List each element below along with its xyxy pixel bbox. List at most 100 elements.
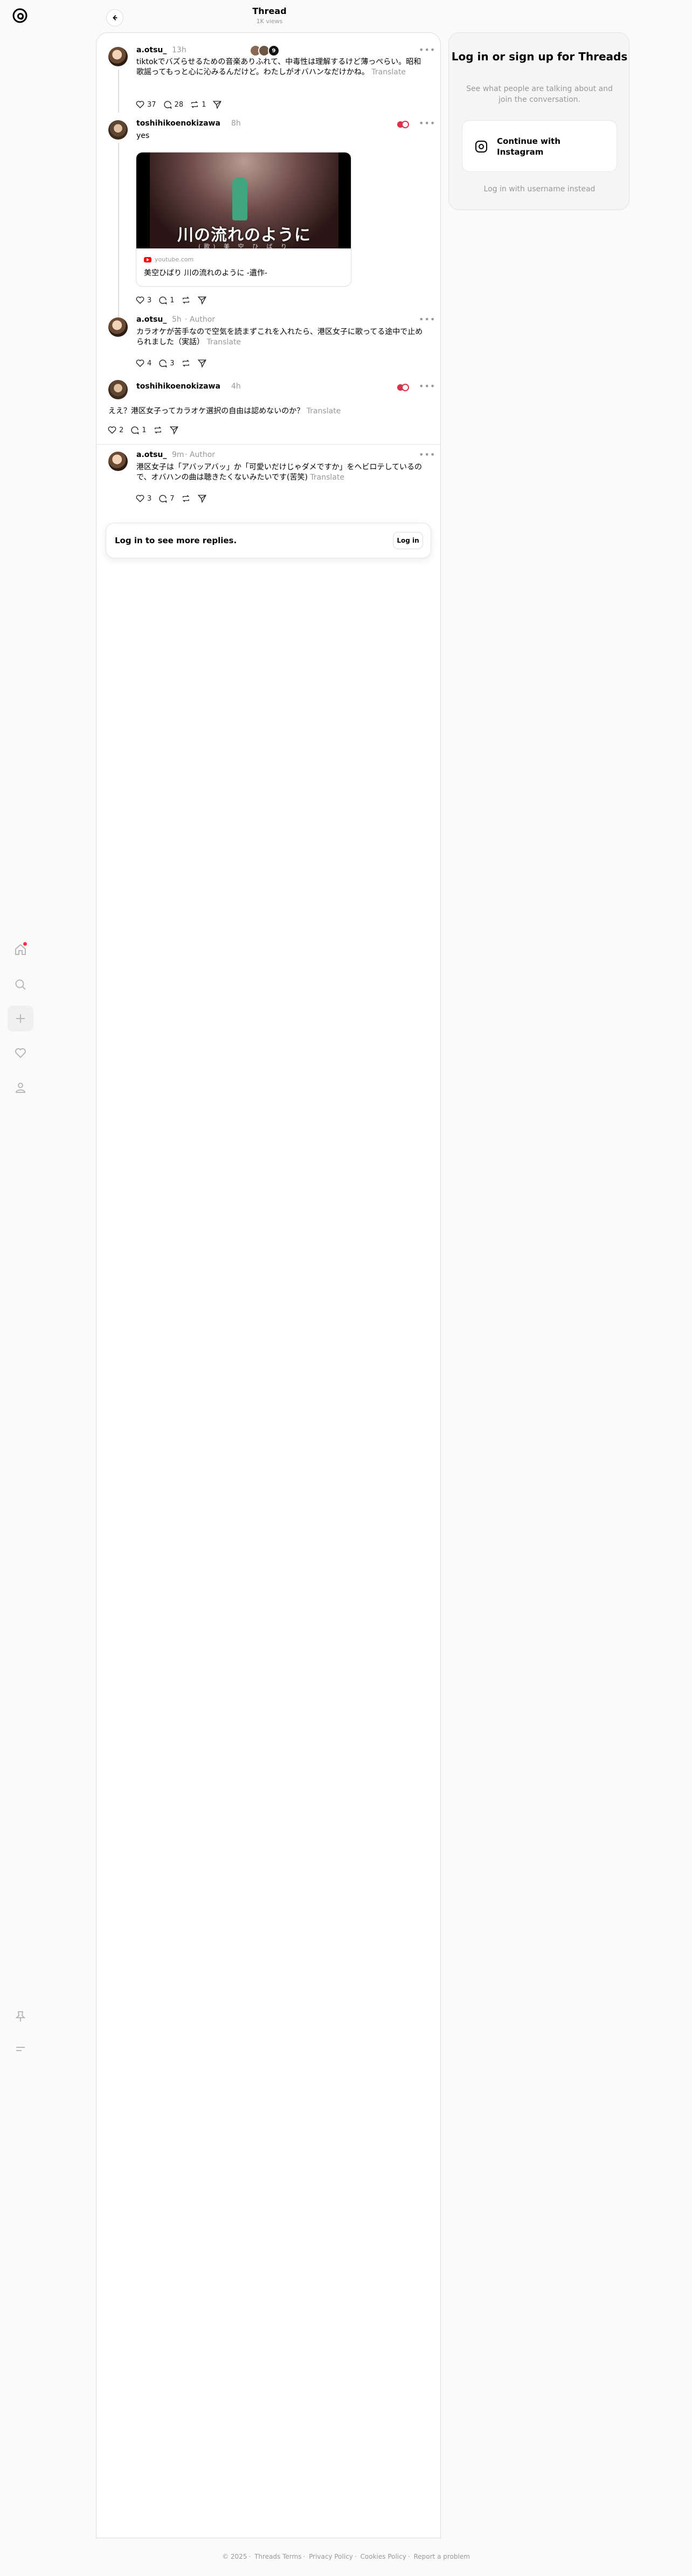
login-with-username-link[interactable]: Log in with username instead [449, 185, 630, 193]
link-card-thumbnail: 川の流れのように (歌) 美 空 ひ ば り [136, 153, 351, 250]
post-text-content: ええ？港区女子ってカラオケ選択の自由は認めないのか？ [108, 407, 305, 416]
more-options-button[interactable]: ••• [419, 45, 435, 55]
share-button[interactable] [197, 293, 207, 307]
username[interactable]: toshihikoenokizawa [136, 119, 220, 128]
avatar[interactable] [108, 317, 128, 337]
continue-with-instagram-button[interactable]: Continue with Instagram [462, 120, 617, 172]
share-button[interactable] [197, 491, 207, 505]
link-domain: youtube.com [155, 256, 194, 263]
home-nav-button[interactable] [8, 937, 33, 962]
footer-report-link[interactable]: Report a problem [413, 2553, 469, 2560]
see-more-replies-prompt: Log in to see more replies. Log in [106, 523, 431, 558]
like-count: 37 [147, 100, 156, 109]
username[interactable]: a.otsu_ [136, 46, 167, 54]
like-button[interactable]: 4 [135, 356, 151, 370]
more-options-button[interactable]: ••• [419, 118, 435, 128]
avatar[interactable] [108, 380, 128, 399]
translate-link[interactable]: Translate [206, 338, 241, 347]
post-actions: 3 7 [135, 491, 207, 505]
repost-button[interactable] [153, 423, 163, 437]
reply-button[interactable]: 1 [158, 293, 175, 307]
reply-count: 3 [170, 359, 175, 368]
username[interactable]: toshihikoenokizawa [136, 382, 220, 391]
post-text: ええ？港区女子ってカラオケ選択の自由は認めないのか？ Translate [108, 406, 432, 417]
comment-icon [159, 359, 168, 368]
like-button[interactable]: 37 [135, 98, 156, 112]
comment-icon [159, 296, 168, 304]
instagram-icon [475, 141, 487, 153]
repost-button[interactable]: 1 [190, 98, 206, 112]
post-time[interactable]: 13h [172, 46, 186, 54]
comment-icon [131, 426, 140, 434]
login-panel-subtitle: See what people are talking about and jo… [466, 85, 613, 104]
reply-badge-icon [397, 384, 409, 391]
reply-count: 7 [170, 494, 175, 503]
send-icon [197, 495, 206, 503]
create-nav-button[interactable] [8, 1006, 33, 1031]
post-time[interactable]: 9m [172, 451, 184, 459]
repost-button[interactable] [181, 293, 191, 307]
post-text-content: 港区女子は「アバッアバッ」か「可愛いだけじゃダメですか」をヘビロテしているので、… [136, 463, 423, 482]
post-actions: 3 1 [135, 293, 207, 307]
login-button[interactable]: Log in [393, 532, 423, 549]
post-time[interactable]: 4h [231, 382, 241, 391]
like-count: 2 [119, 426, 124, 434]
footer-privacy-link[interactable]: Privacy Policy [309, 2553, 353, 2560]
comment-icon [159, 495, 168, 503]
avatar[interactable] [108, 120, 128, 140]
youtube-icon [144, 257, 151, 262]
translate-link[interactable]: Translate [310, 473, 344, 482]
footer-copyright: © 2025 [222, 2553, 247, 2560]
reply-button[interactable]: 7 [158, 491, 175, 505]
username[interactable]: a.otsu_ [136, 451, 167, 459]
thread-line [118, 70, 119, 113]
search-nav-button[interactable] [8, 972, 33, 998]
activity-nav-button[interactable] [8, 1040, 33, 1066]
translate-link[interactable]: Translate [307, 407, 341, 416]
like-button[interactable]: 3 [135, 491, 151, 505]
more-options-button[interactable]: ••• [419, 314, 435, 324]
send-icon [197, 359, 206, 368]
like-count: 3 [147, 296, 152, 304]
repost-button[interactable] [181, 356, 191, 370]
repost-icon [182, 359, 189, 367]
repost-button[interactable] [181, 491, 191, 505]
share-button[interactable] [212, 98, 222, 112]
divider [96, 444, 440, 445]
link-title: 美空ひばり 川の流れのように -遺作- [144, 269, 268, 278]
more-repliers-count[interactable]: 9 [268, 45, 280, 57]
like-button[interactable]: 3 [135, 293, 151, 307]
post-time[interactable]: 8h [231, 119, 241, 128]
reply-count: 1 [142, 426, 147, 434]
pin-nav-button[interactable] [8, 2004, 33, 2030]
username[interactable]: a.otsu_ [136, 315, 167, 324]
avatar[interactable] [108, 47, 128, 66]
repost-icon [182, 296, 189, 304]
post-text: 港区女子は「アバッアバッ」か「可愛いだけじゃダメですか」をヘビロテしているので、… [136, 462, 427, 483]
menu-nav-button[interactable] [8, 2036, 33, 2062]
post-time[interactable]: 5h [172, 315, 182, 324]
repost-icon [154, 426, 161, 434]
footer-cookies-link[interactable]: Cookies Policy [361, 2553, 406, 2560]
profile-nav-button[interactable] [8, 1075, 33, 1100]
post-actions: 2 1 [107, 423, 179, 437]
footer-terms-link[interactable]: Threads Terms [254, 2553, 301, 2560]
post-text: yes [136, 131, 150, 140]
like-button[interactable]: 2 [107, 423, 123, 437]
link-card[interactable]: 川の流れのように (歌) 美 空 ひ ば り youtube.com 美空ひばり… [136, 152, 351, 287]
pin-icon [15, 2011, 26, 2021]
reply-button[interactable]: 28 [163, 98, 183, 112]
reply-button[interactable]: 1 [130, 423, 147, 437]
heart-icon [15, 1048, 26, 1058]
reply-button[interactable]: 3 [158, 356, 175, 370]
more-options-button[interactable]: ••• [419, 381, 435, 391]
more-options-button[interactable]: ••• [419, 449, 435, 460]
translate-link[interactable]: Translate [371, 68, 406, 77]
share-button[interactable] [197, 356, 207, 370]
avatar[interactable] [108, 452, 128, 471]
search-icon [15, 979, 26, 990]
repost-icon [182, 495, 189, 502]
author-tag: · Author [185, 451, 216, 459]
share-button[interactable] [169, 423, 179, 437]
link-source: youtube.com [144, 256, 193, 263]
